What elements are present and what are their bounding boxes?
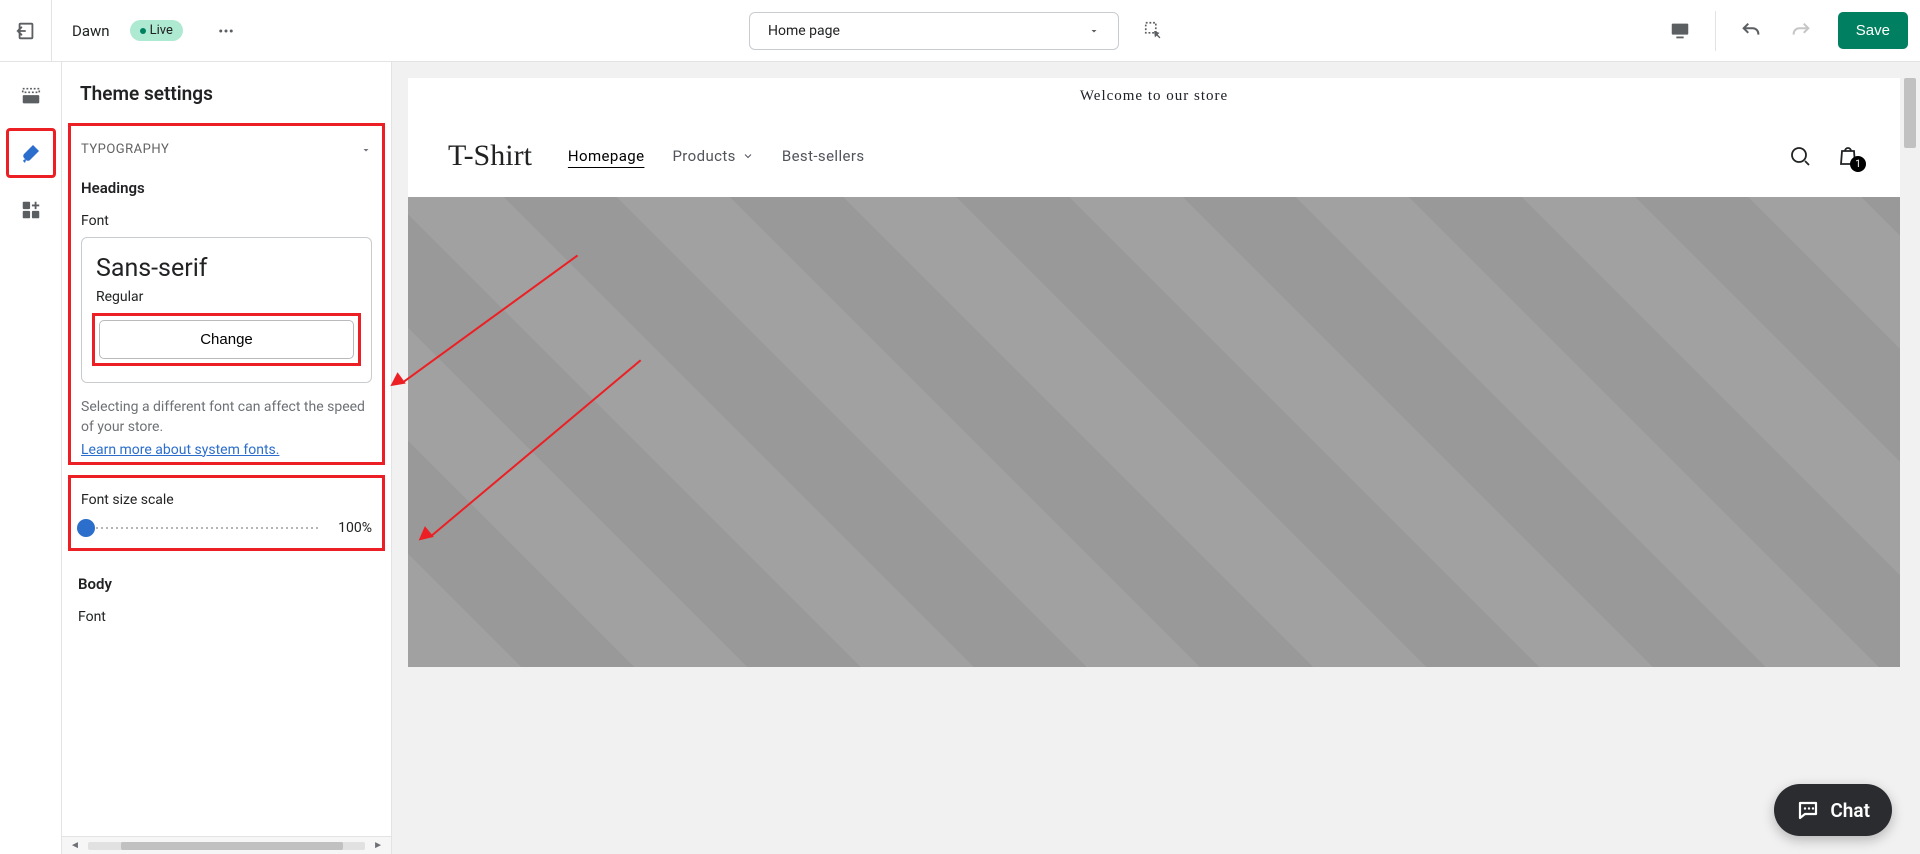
font-size-value: 100% bbox=[330, 520, 372, 536]
font-card: Sans-serif Regular Change bbox=[81, 237, 372, 383]
typography-section: TYPOGRAPHY Headings Font Sans-serif Regu… bbox=[68, 123, 385, 465]
chat-widget[interactable]: Chat bbox=[1774, 784, 1892, 836]
preview-scroll-thumb[interactable] bbox=[1904, 78, 1916, 148]
change-font-button[interactable]: Change bbox=[99, 320, 354, 359]
sidebar-hscrollbar[interactable]: ◄ ► bbox=[62, 836, 391, 854]
more-actions-button[interactable] bbox=[211, 16, 241, 46]
exit-icon bbox=[15, 20, 37, 42]
slider-thumb[interactable] bbox=[77, 519, 95, 537]
nav-bestsellers[interactable]: Best-sellers bbox=[782, 147, 865, 165]
status-badge: Live bbox=[130, 20, 183, 41]
search-button[interactable] bbox=[1788, 144, 1812, 168]
viewport-desktop-button[interactable] bbox=[1659, 12, 1701, 50]
store-header: T-Shirt Homepage Products Best-sellers 1 bbox=[408, 115, 1900, 197]
sidebar-scroll[interactable]: TYPOGRAPHY Headings Font Sans-serif Regu… bbox=[62, 117, 391, 836]
hscroll-right[interactable]: ► bbox=[369, 840, 387, 851]
nav-products[interactable]: Products bbox=[672, 147, 753, 165]
divider bbox=[1715, 11, 1716, 51]
apps-icon bbox=[20, 199, 42, 221]
chat-icon bbox=[1796, 798, 1820, 822]
topbar-left: Dawn Live bbox=[12, 0, 241, 62]
page-selector[interactable]: Home page bbox=[749, 12, 1119, 50]
font-size-slider[interactable] bbox=[81, 527, 320, 529]
hero-image bbox=[408, 197, 1900, 667]
header-icons: 1 bbox=[1788, 144, 1860, 168]
store-nav: Homepage Products Best-sellers bbox=[568, 147, 865, 165]
save-button[interactable]: Save bbox=[1838, 12, 1908, 49]
redo-icon bbox=[1790, 20, 1812, 42]
theme-settings-tab[interactable] bbox=[6, 128, 56, 178]
typography-label: TYPOGRAPHY bbox=[81, 142, 169, 157]
font-variant: Regular bbox=[96, 289, 357, 305]
dots-icon bbox=[217, 22, 235, 40]
page-selector-label: Home page bbox=[768, 23, 840, 39]
system-fonts-link[interactable]: Learn more about system fonts. bbox=[81, 442, 279, 458]
hscroll-thumb[interactable] bbox=[121, 842, 343, 850]
exit-button[interactable] bbox=[0, 0, 52, 62]
icon-rail bbox=[0, 62, 62, 854]
page-select-group: Home page bbox=[749, 12, 1171, 50]
sections-icon bbox=[20, 85, 42, 107]
body-label: Body bbox=[78, 575, 375, 593]
main: Theme settings TYPOGRAPHY Headings Font … bbox=[0, 62, 1920, 854]
hscroll-left[interactable]: ◄ bbox=[66, 840, 84, 851]
change-button-highlight: Change bbox=[92, 313, 361, 366]
typography-header[interactable]: TYPOGRAPHY bbox=[81, 132, 372, 167]
caret-down-icon bbox=[1088, 25, 1100, 37]
inspector-toggle[interactable] bbox=[1137, 14, 1171, 48]
app-embeds-tab[interactable] bbox=[11, 190, 51, 230]
body-group: Body Font bbox=[62, 557, 391, 639]
font-size-label: Font size scale bbox=[81, 492, 372, 508]
store-logo[interactable]: T-Shirt bbox=[448, 139, 532, 173]
hscroll-track[interactable] bbox=[88, 842, 365, 850]
inspector-icon bbox=[1143, 20, 1165, 42]
redo-button[interactable] bbox=[1780, 12, 1822, 50]
cart-button[interactable]: 1 bbox=[1836, 144, 1860, 168]
caret-down-icon bbox=[360, 144, 372, 156]
preview-scrollbar[interactable] bbox=[1904, 78, 1916, 854]
body-font-label: Font bbox=[78, 609, 375, 625]
chat-label: Chat bbox=[1830, 799, 1870, 822]
search-icon bbox=[1788, 144, 1812, 168]
undo-icon bbox=[1740, 20, 1762, 42]
preview-pane: Welcome to our store T-Shirt Homepage Pr… bbox=[392, 62, 1920, 854]
top-bar: Dawn Live Home page Save bbox=[0, 0, 1920, 62]
nav-homepage[interactable]: Homepage bbox=[568, 147, 645, 165]
settings-sidebar: Theme settings TYPOGRAPHY Headings Font … bbox=[62, 62, 392, 854]
sections-tab[interactable] bbox=[11, 76, 51, 116]
chevron-down-icon bbox=[742, 150, 754, 162]
font-label: Font bbox=[81, 213, 372, 229]
slider-row: 100% bbox=[81, 520, 372, 536]
headings-label: Headings bbox=[81, 179, 372, 197]
desktop-icon bbox=[1669, 20, 1691, 42]
topbar-right: Save bbox=[1659, 11, 1908, 51]
font-size-section: Font size scale 100% bbox=[68, 475, 385, 551]
paintbrush-icon bbox=[19, 141, 43, 165]
font-name: Sans-serif bbox=[96, 254, 357, 283]
help-text: Selecting a different font can affect th… bbox=[81, 397, 372, 438]
theme-name: Dawn bbox=[72, 22, 110, 40]
nav-products-label: Products bbox=[672, 147, 735, 165]
cart-count: 1 bbox=[1850, 156, 1866, 172]
announcement-bar: Welcome to our store bbox=[408, 78, 1900, 115]
sidebar-title: Theme settings bbox=[62, 62, 391, 117]
undo-button[interactable] bbox=[1730, 12, 1772, 50]
